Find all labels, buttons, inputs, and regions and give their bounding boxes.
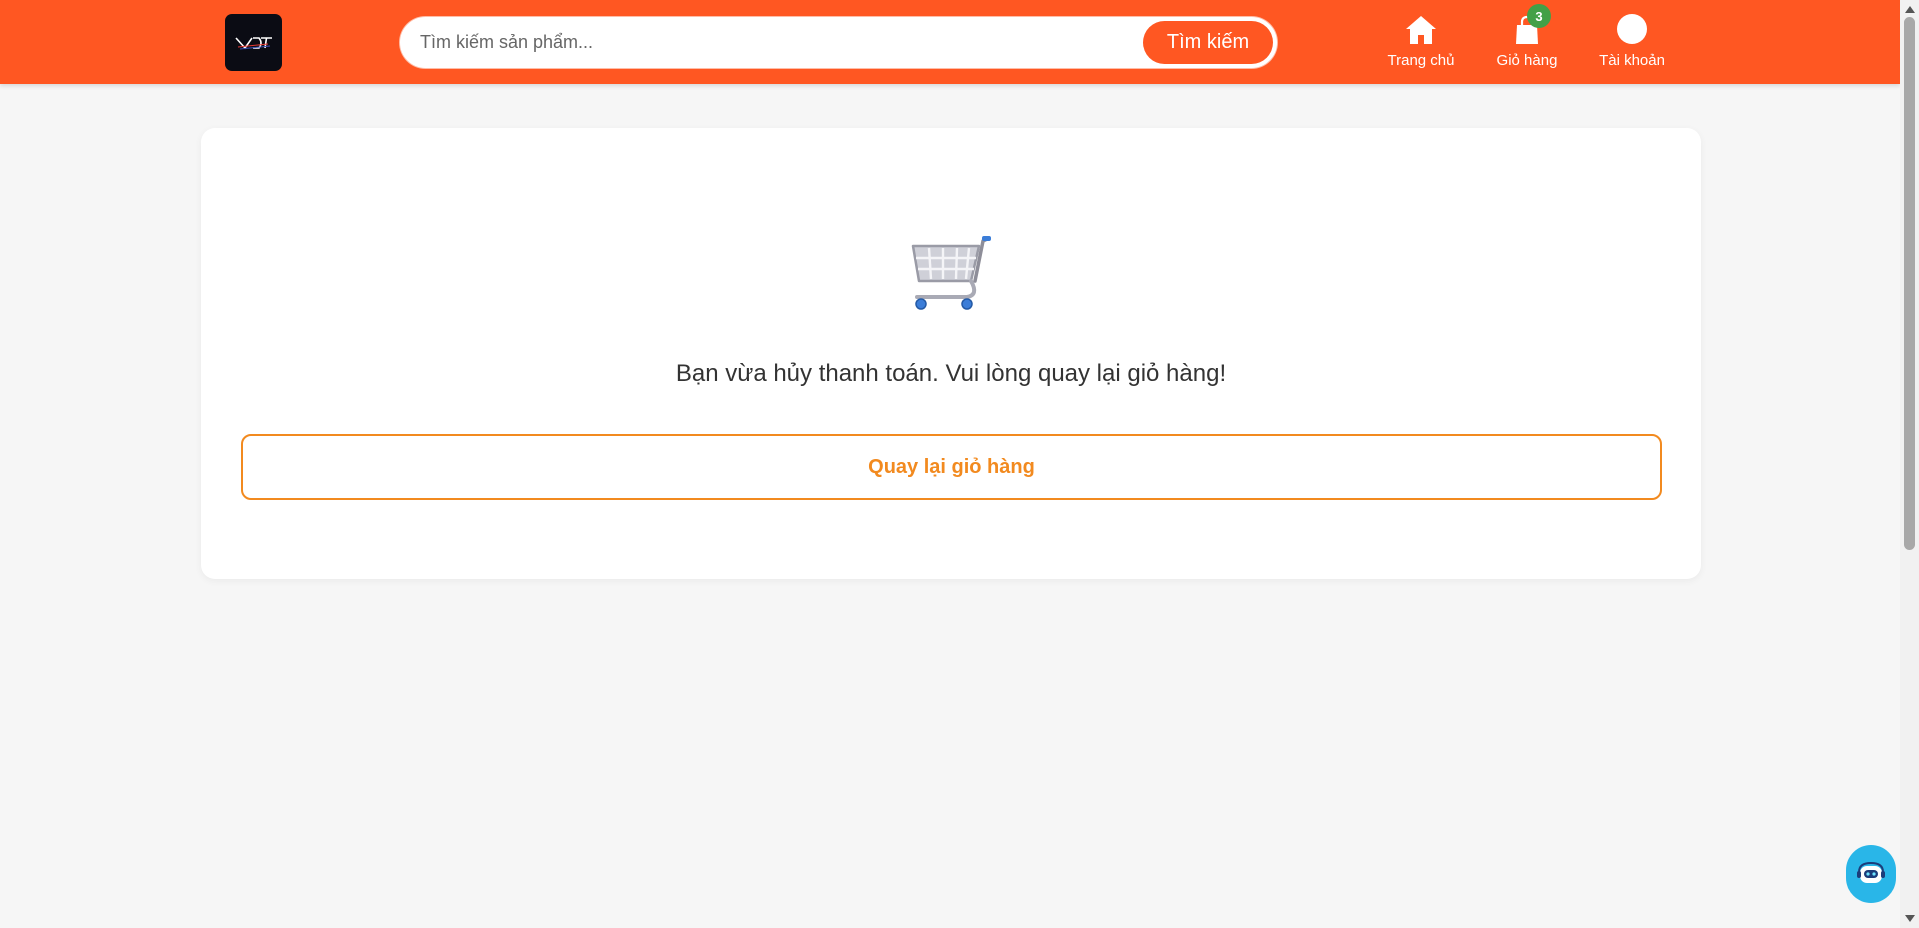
nav-cart[interactable]: 3 Giỏ hàng bbox=[1482, 4, 1572, 73]
scroll-down-arrow-icon[interactable] bbox=[1905, 915, 1915, 922]
chat-button[interactable] bbox=[1846, 845, 1896, 903]
logo-icon bbox=[234, 36, 272, 49]
scrollbar-thumb[interactable] bbox=[1904, 17, 1915, 550]
scrollbar[interactable] bbox=[1900, 0, 1919, 928]
chatbot-icon bbox=[1857, 861, 1885, 883]
logo[interactable] bbox=[225, 14, 282, 71]
user-icon bbox=[1617, 14, 1647, 44]
nav-cart-label: Giỏ hàng bbox=[1496, 52, 1558, 69]
search-input[interactable] bbox=[402, 19, 1143, 66]
top-header: Tìm kiếm Trang chủ 3 Giỏ hàng bbox=[0, 0, 1900, 84]
nav-home-label: Trang chủ bbox=[1387, 52, 1455, 69]
search-button[interactable]: Tìm kiếm bbox=[1143, 21, 1273, 64]
cart-count-badge: 3 bbox=[1527, 4, 1551, 28]
nav-account-label: Tài khoản bbox=[1599, 52, 1665, 69]
back-to-cart-button[interactable]: Quay lại giỏ hàng bbox=[241, 434, 1662, 500]
home-icon bbox=[1406, 16, 1436, 44]
page: Tìm kiếm Trang chủ 3 Giỏ hàng bbox=[0, 0, 1919, 928]
nav-account[interactable]: Tài khoản bbox=[1587, 11, 1677, 73]
search-bar: Tìm kiếm bbox=[400, 17, 1277, 68]
nav-home[interactable]: Trang chủ bbox=[1376, 11, 1466, 73]
shopping-cart-icon bbox=[911, 236, 991, 310]
scroll-up-arrow-icon[interactable] bbox=[1905, 6, 1915, 13]
payment-cancelled-card: Bạn vừa hủy thanh toán. Vui lòng quay lạ… bbox=[201, 128, 1701, 579]
payment-cancelled-message: Bạn vừa hủy thanh toán. Vui lòng quay lạ… bbox=[675, 360, 1227, 387]
